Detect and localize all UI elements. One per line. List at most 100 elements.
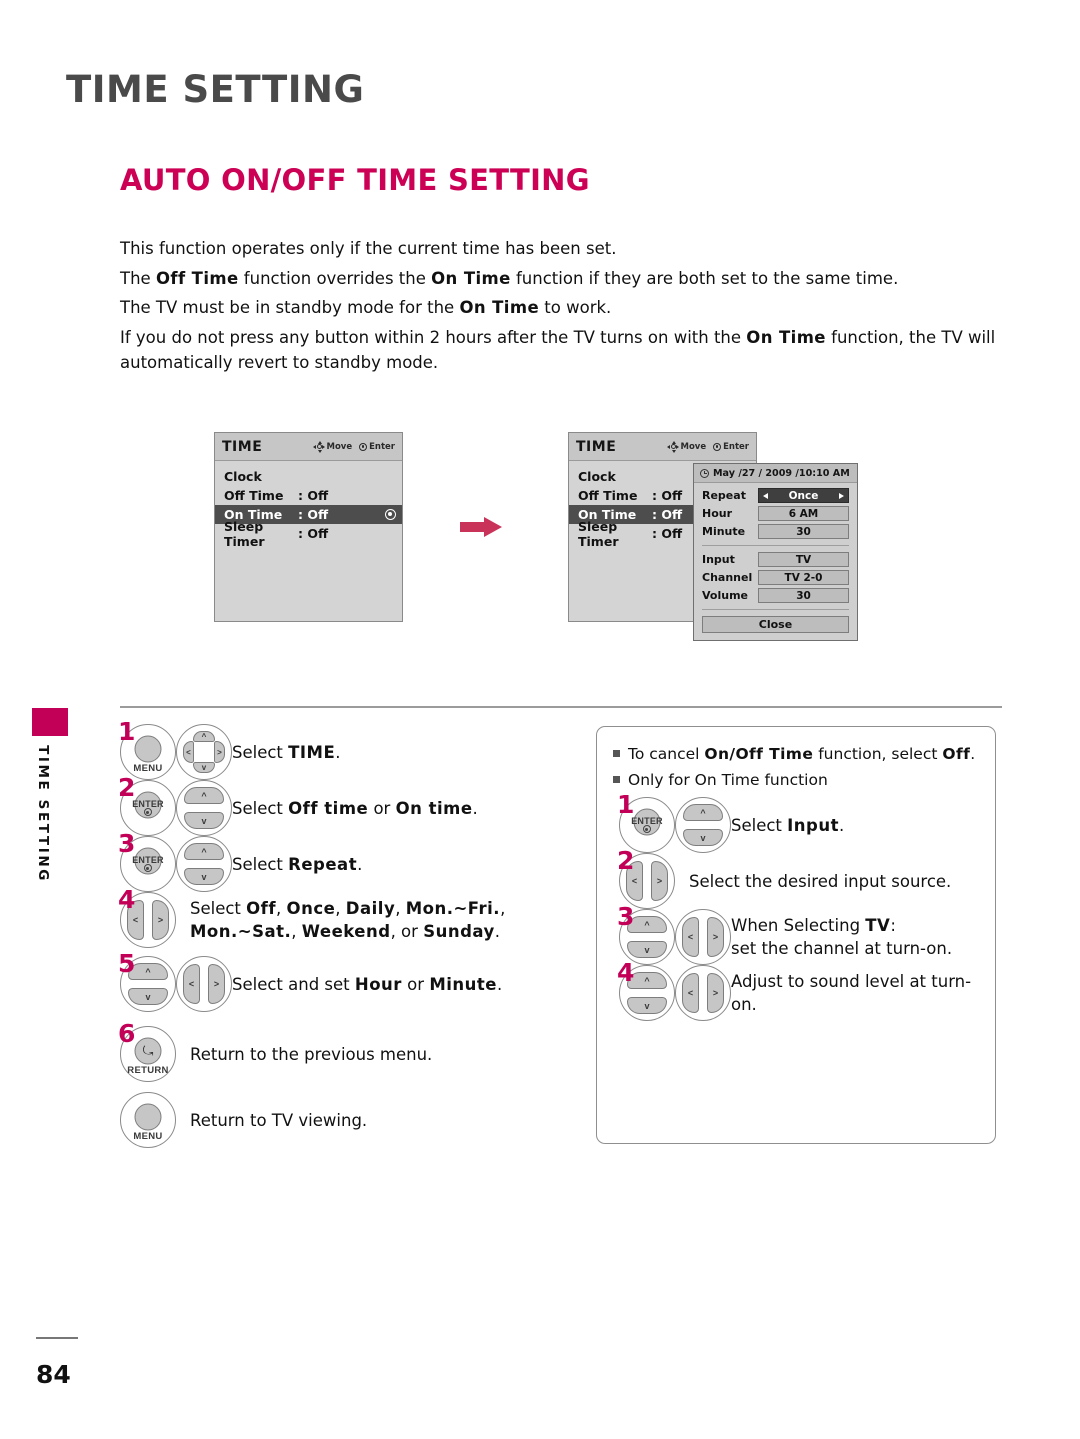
hint-move: Move xyxy=(313,440,352,453)
detail-row-hour: Hour 6 AM xyxy=(702,506,849,521)
detail-row-channel: Channel TV 2-0 xyxy=(702,570,849,585)
intro-line-3: The TV must be in standby mode for the O… xyxy=(120,298,612,317)
pad-right-icon[interactable]: > xyxy=(651,861,668,901)
chevron-right-icon[interactable] xyxy=(839,492,844,499)
step-number: 5 xyxy=(118,949,136,978)
chevron-left-icon[interactable] xyxy=(763,492,768,499)
left-right-pad[interactable]: < > xyxy=(176,956,232,1012)
step-text: Return to TV viewing. xyxy=(190,1110,368,1130)
side-tab-label: TIME SETTING xyxy=(35,745,51,883)
osd-header-title: TIME xyxy=(222,438,263,455)
enter-dot-icon xyxy=(144,864,152,873)
divider xyxy=(702,545,849,546)
page-title: TIME SETTING xyxy=(66,68,365,111)
detail-label: Input xyxy=(702,553,735,566)
step-number: 3 xyxy=(118,829,136,858)
step-buttons: ^ v < > xyxy=(120,956,232,1012)
pad-right-icon[interactable]: > xyxy=(707,917,724,957)
clock-icon xyxy=(700,468,709,478)
osd-header: TIME Move Enter xyxy=(569,433,756,461)
selected-radio-icon xyxy=(385,509,396,520)
panel-step-1: 1 ENTER ^ v Select Input. xyxy=(617,792,995,853)
channel-field[interactable]: TV 2-0 xyxy=(758,570,849,585)
four-way-move-icon xyxy=(667,440,679,453)
step-number: 4 xyxy=(617,958,635,987)
step-number: 6 xyxy=(118,1019,136,1048)
pad-right-icon[interactable]: > xyxy=(208,964,225,1004)
left-right-pad[interactable]: < > xyxy=(675,965,731,1021)
repeat-stepper[interactable]: Once xyxy=(758,488,849,503)
step-text: Select Input. xyxy=(731,815,845,835)
footer-divider xyxy=(36,1337,78,1339)
detail-label: Hour xyxy=(702,507,733,520)
step-buttons: MENU xyxy=(120,1092,176,1148)
divider xyxy=(702,609,849,610)
detail-row-repeat: Repeat Once xyxy=(702,488,849,503)
pad-up-icon[interactable]: ^ xyxy=(184,787,224,804)
osd-row-label: Off Time xyxy=(578,488,638,503)
pad-down-icon[interactable]: v xyxy=(184,868,224,885)
step-5: 5 ^ v < > Select and set Hour or Minute. xyxy=(118,951,560,1012)
up-down-pad[interactable]: ^ v xyxy=(675,797,731,853)
pad-down-icon[interactable]: v xyxy=(683,829,723,846)
step-number: 2 xyxy=(118,773,136,802)
return-button-label: RETURN xyxy=(127,1065,169,1076)
osd-row-value: : Off xyxy=(298,488,329,503)
panel-notes: To cancel On/Off Time function, select O… xyxy=(597,727,995,793)
pad-right-icon[interactable]: > xyxy=(152,900,169,940)
panel-step-3: 3 ^ v < > When Selecting TV: set the chan… xyxy=(617,904,995,965)
panel-step-2: 2 < > Select the desired input source. xyxy=(617,848,995,909)
detail-popup-body: Repeat Once Hour 6 AM Minute 30 Input TV… xyxy=(694,483,857,640)
osd-row-clock[interactable]: Clock xyxy=(215,467,402,486)
step-number: 3 xyxy=(617,902,635,931)
pad-down-icon[interactable]: v xyxy=(627,997,667,1014)
pad-up-icon[interactable]: ^ xyxy=(184,843,224,860)
detail-datetime: May /27 / 2009 /10:10 AM xyxy=(713,467,850,479)
pad-left-icon[interactable]: < xyxy=(183,741,194,763)
osd-header-title: TIME xyxy=(576,438,617,455)
step-number: 4 xyxy=(118,885,136,914)
step-text: Adjust to sound level at turn-on. xyxy=(731,972,972,1014)
menu-button[interactable]: MENU xyxy=(120,1092,176,1148)
content-divider xyxy=(120,706,1002,708)
up-down-pad[interactable]: ^ v xyxy=(176,780,232,836)
detail-value: TV 2-0 xyxy=(784,571,823,584)
step-buttons: ^ v < > xyxy=(619,909,731,965)
step-text: Select Off, Once, Daily, Mon.~Fri., Mon.… xyxy=(190,899,506,941)
step-number: 1 xyxy=(617,790,635,819)
hint-enter: Enter xyxy=(359,442,395,452)
pad-up-icon[interactable]: ^ xyxy=(193,731,215,742)
pad-left-icon[interactable]: < xyxy=(183,964,200,1004)
pad-up-icon[interactable]: ^ xyxy=(683,804,723,821)
pad-down-icon[interactable]: v xyxy=(128,988,168,1005)
input-field[interactable]: TV xyxy=(758,552,849,567)
pad-down-icon[interactable]: v xyxy=(184,812,224,829)
pad-right-icon[interactable]: > xyxy=(707,973,724,1013)
detail-value: 30 xyxy=(796,525,811,538)
pad-down-icon[interactable]: v xyxy=(627,941,667,958)
osd-row-off-time[interactable]: Off Time : Off xyxy=(215,486,402,505)
step-2: 2 ENTER ^ v Select Off time or On time. xyxy=(118,775,560,836)
up-down-pad[interactable]: ^ v xyxy=(176,836,232,892)
volume-field[interactable]: 30 xyxy=(758,588,849,603)
return-arrow-icon: ⤿ xyxy=(142,1042,154,1058)
intro-line-4: If you do not press any button within 2 … xyxy=(120,327,996,373)
close-button[interactable]: Close xyxy=(702,616,849,633)
menu-button-label: MENU xyxy=(133,1131,163,1142)
transition-arrow-icon xyxy=(460,517,502,537)
hour-field[interactable]: 6 AM xyxy=(758,506,849,521)
detail-label: Volume xyxy=(702,589,748,602)
intro-line-1: This function operates only if the curre… xyxy=(120,239,617,258)
pad-left-icon[interactable]: < xyxy=(682,973,699,1013)
osd-row-value: : Off xyxy=(652,507,683,522)
four-way-navigation-pad[interactable]: ^ v < > xyxy=(176,724,232,780)
osd-header-hints: Move Enter xyxy=(313,440,395,453)
minute-field[interactable]: 30 xyxy=(758,524,849,539)
pad-left-icon[interactable]: < xyxy=(682,917,699,957)
osd-row-sleep-timer[interactable]: Sleep Timer : Off xyxy=(215,519,402,549)
detail-row-volume: Volume 30 xyxy=(702,588,849,603)
left-right-pad[interactable]: < > xyxy=(675,909,731,965)
page-number: 84 xyxy=(36,1360,71,1389)
osd-row-label: Sleep Timer xyxy=(224,518,265,549)
note-only-on-time: Only for On Time function xyxy=(613,767,979,793)
